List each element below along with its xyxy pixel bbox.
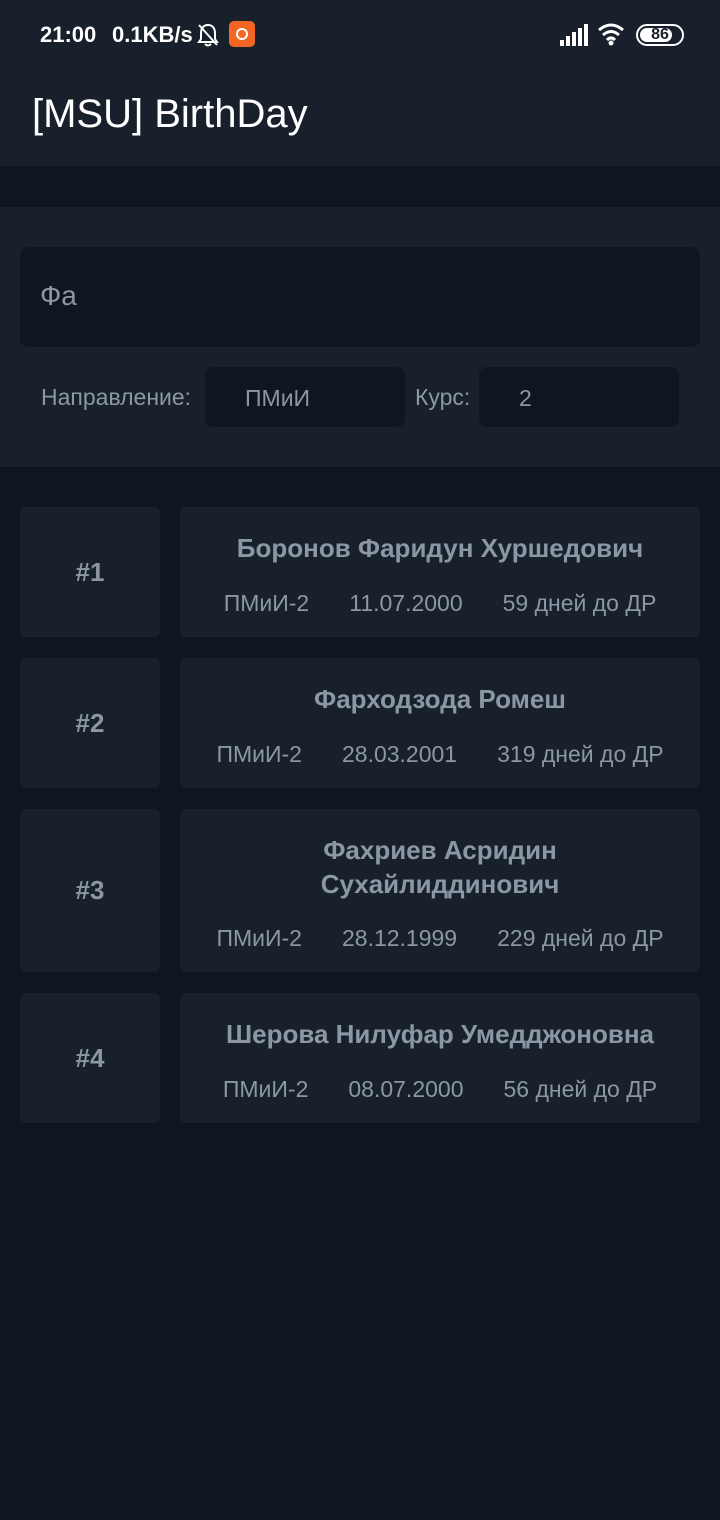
student-group: ПМиИ-2 — [216, 925, 302, 951]
student-name: Фарходзода Ромеш — [314, 684, 566, 714]
item-card[interactable]: Фахриев Асридин Сухайлиддинович ПМиИ-2 2… — [180, 809, 700, 972]
search-input[interactable]: Фа — [20, 247, 700, 347]
direction-select[interactable]: ПМиИ — [205, 367, 405, 427]
list-item[interactable]: #2 Фарходзода Ромеш ПМиИ-2 28.03.2001 31… — [0, 658, 720, 788]
battery-icon: 86 — [636, 24, 684, 46]
course-select-value: 2 — [519, 385, 532, 411]
student-birthdate: 11.07.2000 — [349, 590, 463, 616]
search-input-value: Фа — [40, 280, 77, 311]
filters-panel: Фа Направление: ПМиИ Курс: 2 — [0, 207, 720, 467]
list-item[interactable]: #3 Фахриев Асридин Сухайлиддинович ПМиИ-… — [0, 809, 720, 972]
list-item[interactable]: #1 Боронов Фаридун Хуршедович ПМиИ-2 11.… — [0, 507, 720, 637]
student-birthdate: 08.07.2000 — [348, 1076, 464, 1102]
student-name: Боронов Фаридун Хуршедович — [236, 533, 644, 563]
status-time: 21:00 — [40, 22, 97, 47]
course-label: Курс: — [415, 384, 471, 410]
app-notification-icon — [229, 21, 255, 47]
course-select[interactable]: 2 — [479, 367, 679, 427]
item-number: #3 — [20, 809, 160, 972]
student-days-left: 319 дней до ДР — [497, 741, 664, 767]
student-days-left: 229 дней до ДР — [497, 925, 664, 951]
student-meta: ПМиИ-2 28.03.2001 319 дней до ДР — [180, 741, 700, 768]
app-bar: [MSU] BirthDay — [0, 70, 720, 166]
student-name: Фахриев Асридин Сухайлиддинович — [320, 835, 560, 899]
item-card[interactable]: Шерова Нилуфар Умедджоновна ПМиИ-2 08.07… — [180, 993, 700, 1123]
item-number: #4 — [20, 993, 160, 1123]
list-item[interactable]: #4 Шерова Нилуфар Умедджоновна ПМиИ-2 08… — [0, 993, 720, 1123]
battery-level: 86 — [651, 26, 669, 43]
direction-label: Направление: — [41, 384, 192, 410]
student-birthdate: 28.12.1999 — [341, 925, 458, 951]
student-group: ПМиИ-2 — [223, 590, 310, 616]
signal-icon — [560, 24, 588, 46]
app-title: [MSU] BirthDay — [32, 92, 308, 136]
student-group: ПМиИ-2 — [222, 1076, 309, 1102]
student-days-left: 59 дней до ДР — [502, 590, 657, 616]
student-meta: ПМиИ-2 08.07.2000 56 дней до ДР — [180, 1076, 700, 1103]
status-network-speed: 0.1KB/s — [112, 22, 193, 47]
item-number: #2 — [20, 658, 160, 788]
item-card[interactable]: Боронов Фаридун Хуршедович ПМиИ-2 11.07.… — [180, 507, 700, 637]
bell-muted-icon — [196, 22, 220, 48]
student-days-left: 56 дней до ДР — [503, 1076, 658, 1102]
student-meta: ПМиИ-2 11.07.2000 59 дней до ДР — [180, 590, 700, 617]
student-name: Шерова Нилуфар Умедджоновна — [225, 1019, 655, 1049]
direction-select-value: ПМиИ — [245, 385, 311, 411]
item-number: #1 — [20, 507, 160, 637]
student-birthdate: 28.03.2001 — [341, 741, 458, 767]
student-group: ПМиИ-2 — [216, 741, 302, 767]
item-card[interactable]: Фарходзода Ромеш ПМиИ-2 28.03.2001 319 д… — [180, 658, 700, 788]
student-meta: ПМиИ-2 28.12.1999 229 дней до ДР — [180, 925, 700, 952]
wifi-icon — [597, 22, 625, 46]
status-bar: 21:00 0.1KB/s 86 — [0, 0, 720, 70]
